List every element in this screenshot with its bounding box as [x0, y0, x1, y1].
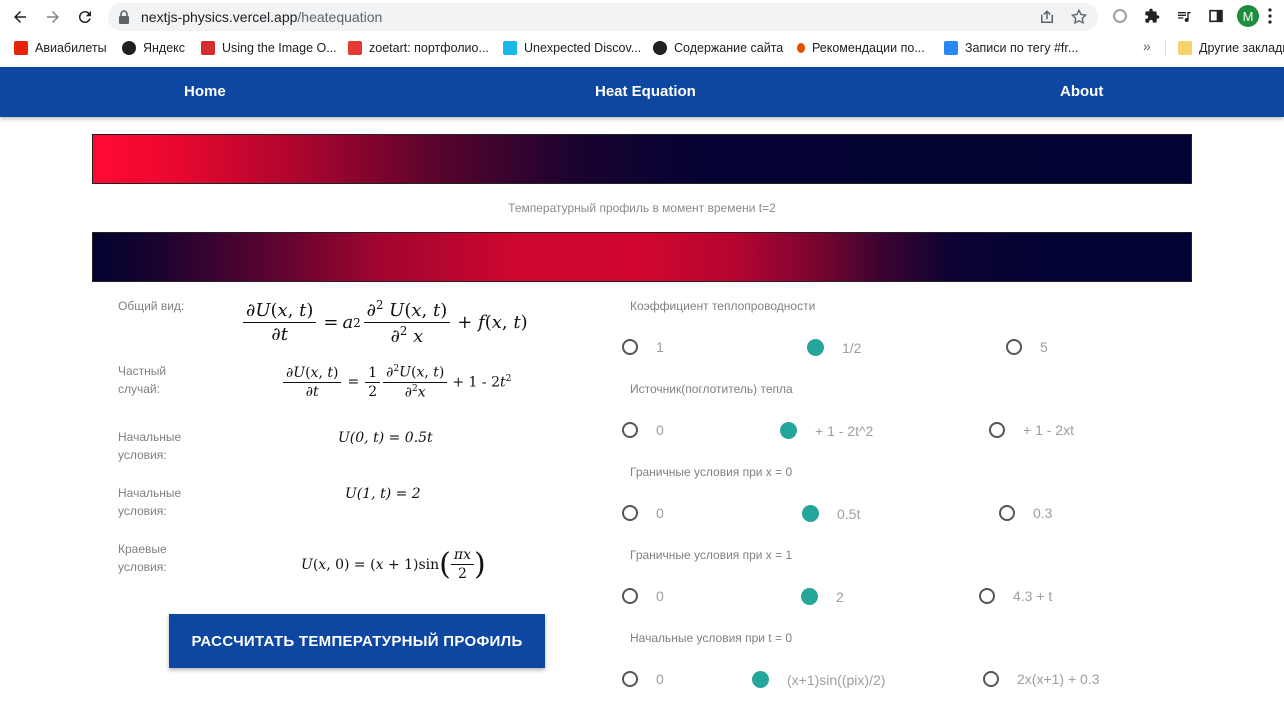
radio-boundary-x1-0[interactable]: 0 — [622, 588, 664, 604]
radio-circle — [999, 505, 1015, 521]
radio-circle — [622, 339, 638, 355]
profile-avatar[interactable]: M — [1237, 5, 1259, 27]
nav-about-link[interactable]: About — [1060, 83, 1103, 100]
nav-home-link[interactable]: Home — [184, 83, 226, 100]
globe-icon — [122, 41, 136, 55]
radio-circle-checked — [780, 422, 797, 439]
radio-source-1-2xt[interactable]: + 1 - 2xt — [989, 422, 1074, 438]
boundary-condition: U(x, 0) = (x + 1)sin ( πx 2 ) — [301, 546, 486, 582]
radio-circle — [622, 505, 638, 521]
calculate-profile-button[interactable]: РАССЧИТАТЬ ТЕМПЕРАТУРНЫЙ ПРОФИЛЬ — [169, 614, 545, 668]
extension-circle-icon[interactable] — [1110, 6, 1130, 26]
radio-boundary-x0-05t[interactable]: 0.5t — [802, 505, 860, 522]
particular-equation: ∂U(x, t) ∂t = 12 ∂2U(x, t) ∂2x + 1 - 2t2 — [280, 364, 511, 400]
radio-boundary-x1-43t[interactable]: 4.3 + t — [979, 588, 1052, 604]
initial-condition-2: U(1, t) = 2 — [345, 486, 421, 502]
general-form-label: Общий вид: — [118, 299, 185, 313]
lock-icon — [119, 10, 129, 24]
radio-initial-t0-poly[interactable]: 2x(x+1) + 0.3 — [983, 671, 1100, 687]
bookmark-item[interactable]: Unexpected Discov... — [503, 40, 641, 56]
bookmark-favicon-icon — [797, 43, 805, 53]
nav-heat-equation-link[interactable]: Heat Equation — [595, 83, 696, 100]
bookmark-favicon-icon — [201, 41, 215, 55]
reload-icon — [78, 11, 91, 24]
bookmark-item[interactable]: Яндекс — [122, 40, 185, 56]
heat-profile-bar-initial — [92, 134, 1192, 184]
bookmark-item[interactable]: Рекомендации по... — [797, 40, 925, 56]
url-text: nextjs-physics.vercel.app/heatequation — [141, 9, 383, 25]
bookmark-item[interactable]: Записи по тегу #fr... — [944, 40, 1078, 56]
initial-condition-1: U(0, t) = 0.5t — [338, 430, 433, 446]
forward-button[interactable] — [41, 5, 65, 29]
media-list-icon[interactable] — [1174, 6, 1194, 26]
group-title-boundary-x0: Граничные условия при x = 0 — [630, 465, 793, 479]
radio-circle — [1006, 339, 1022, 355]
radio-circle — [622, 671, 638, 687]
puzzle-icon[interactable] — [1142, 6, 1162, 26]
radio-circle — [989, 422, 1005, 438]
radio-source-0[interactable]: 0 — [622, 422, 664, 438]
radio-circle-checked — [801, 588, 818, 605]
radio-boundary-x1-2[interactable]: 2 — [801, 588, 844, 605]
group-title-initial-t0: Начальные условия при t = 0 — [630, 631, 792, 645]
back-button[interactable] — [8, 5, 32, 29]
radio-conductivity-half[interactable]: 1/2 — [807, 339, 861, 356]
address-bar[interactable]: nextjs-physics.vercel.app/heatequation — [108, 3, 1098, 31]
folder-icon — [1178, 41, 1192, 55]
bookmarks-divider — [1165, 40, 1166, 56]
star-icon[interactable] — [1070, 8, 1088, 26]
radio-initial-t0-sin[interactable]: (x+1)sin((pix)/2) — [752, 671, 885, 688]
particular-case-label: Частный случай: — [118, 364, 167, 396]
heat-profile-bar-t2 — [92, 232, 1192, 282]
arrow-right-icon — [47, 11, 59, 23]
radio-conductivity-1[interactable]: 1 — [622, 339, 664, 355]
radio-circle-checked — [807, 339, 824, 356]
bookmark-favicon-icon — [348, 41, 362, 55]
reload-button[interactable] — [73, 5, 97, 29]
radio-circle — [979, 588, 995, 604]
globe-icon — [653, 41, 667, 55]
radio-circle-checked — [802, 505, 819, 522]
radio-boundary-x0-03[interactable]: 0.3 — [999, 505, 1052, 521]
initial-conditions-label-1: Начальные условия: — [118, 430, 182, 462]
group-title-source: Источник(поглотитель) тепла — [630, 382, 793, 396]
group-title-conductivity: Коэффициент теплопроводности — [630, 299, 816, 313]
vimeo-icon — [503, 41, 517, 55]
radio-circle — [622, 588, 638, 604]
side-panel-icon[interactable] — [1206, 6, 1226, 26]
bookmark-item[interactable]: Авиабилеты — [14, 40, 107, 56]
bookmark-item[interactable]: zoetart: портфолио... — [348, 40, 489, 56]
vk-icon — [944, 41, 958, 55]
radio-circle-checked — [752, 671, 769, 688]
other-bookmarks[interactable]: Другие закладки — [1178, 40, 1284, 56]
radio-initial-t0-0[interactable]: 0 — [622, 671, 664, 687]
bookmark-item[interactable]: Содержание сайта — [653, 40, 783, 56]
radio-boundary-x0-0[interactable]: 0 — [622, 505, 664, 521]
radio-conductivity-5[interactable]: 5 — [1006, 339, 1048, 355]
group-title-boundary-x1: Граничные условия при x = 1 — [630, 548, 793, 562]
browser-toolbar: nextjs-physics.vercel.app/heatequation M — [0, 0, 1284, 34]
radio-circle — [983, 671, 999, 687]
arrow-left-icon — [14, 11, 26, 23]
share-icon[interactable] — [1038, 8, 1056, 26]
initial-conditions-label-2: Начальные условия: — [118, 486, 182, 518]
bookmarks-overflow-button[interactable]: » — [1143, 38, 1151, 54]
profile-caption: Температурный профиль в момент времени t… — [508, 201, 776, 215]
menu-dots-icon[interactable] — [1268, 8, 1272, 24]
boundary-conditions-label: Краевые условия: — [118, 542, 167, 574]
bookmark-item[interactable]: Using the Image O... — [201, 40, 337, 56]
general-equation: ∂U(x, t) ∂t = a 2 ∂2 U(x, t) ∂2 x + f(x, t) — [240, 298, 528, 347]
bookmarks-bar: Авиабилеты Яндекс Using the Image O... z… — [0, 34, 1284, 62]
radio-source-1-2t2[interactable]: + 1 - 2t^2 — [780, 422, 873, 439]
app-navbar: Home Heat Equation About — [0, 67, 1284, 117]
bookmark-favicon-icon — [14, 41, 28, 55]
radio-circle — [622, 422, 638, 438]
